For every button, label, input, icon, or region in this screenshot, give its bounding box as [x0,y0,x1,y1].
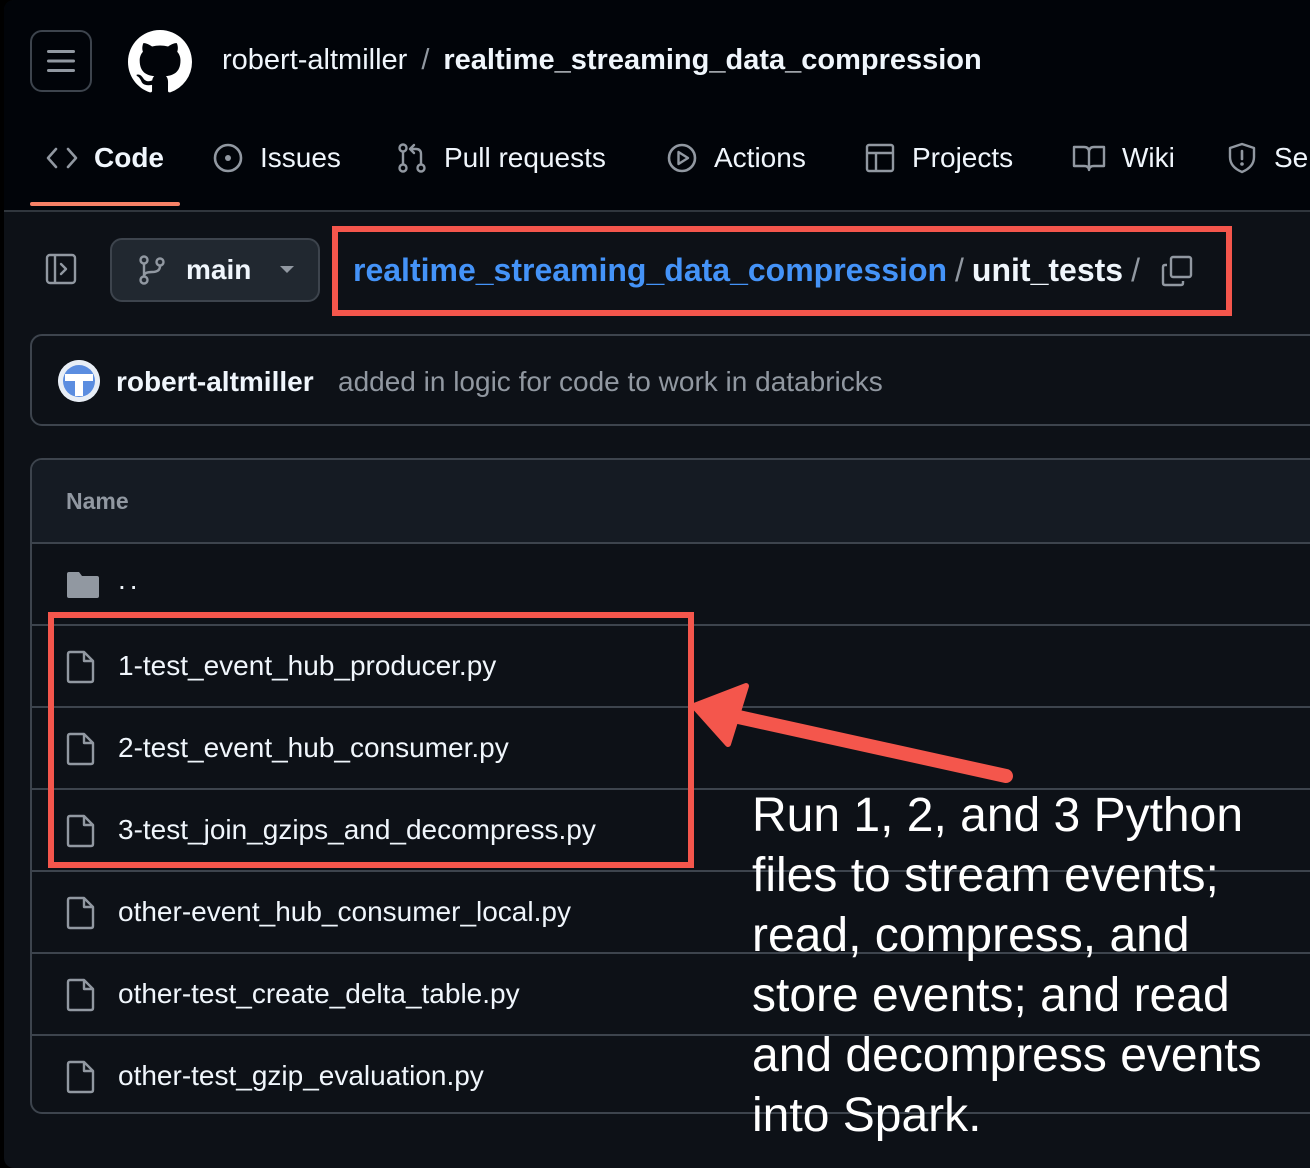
shield-icon [1228,142,1256,174]
github-logo-icon[interactable] [128,30,192,94]
menu-button[interactable] [30,30,92,92]
folder-icon [67,572,99,598]
tab-security[interactable]: Se [1226,138,1308,178]
tab-issues[interactable]: Issues [212,138,341,178]
github-window: robert-altmiller / realtime_streaming_data… [4,0,1310,1168]
commit-author[interactable]: robert-altmiller [116,366,314,398]
repo-path: robert-altmiller / realtime_streaming_data… [222,44,982,77]
file-name[interactable]: other-test_gzip_evaluation.py [118,1060,484,1092]
annotation-text: Run 1, 2, and 3 Python files to stream e… [752,789,1262,1142]
tab-wiki[interactable]: Wiki [1072,138,1175,178]
tab-label: Issues [260,142,341,173]
repo-name-link[interactable]: realtime_streaming_data_compression [443,44,981,76]
table-icon [865,143,895,173]
file-name[interactable]: other-test_create_delta_table.py [118,978,520,1010]
breadcrumb-highlight-box [332,226,1232,316]
file-table-header: Name [32,460,1310,544]
code-icon [46,147,78,169]
tab-label: Wiki [1122,142,1175,173]
file-icon [66,896,95,930]
file-icon [66,978,95,1012]
book-icon [1072,145,1106,172]
parent-directory-label: .. [118,564,142,595]
files-highlight-box [48,612,694,868]
file-icon [66,1060,95,1094]
tab-label: Actions [714,142,806,173]
commit-message[interactable]: added in logic for code to work in datab… [338,366,883,398]
branch-selector[interactable]: main [110,238,320,302]
chevron-down-icon [280,266,295,273]
tab-projects[interactable]: Projects [864,138,1013,178]
column-header-name: Name [66,488,129,514]
git-pull-request-icon [398,143,426,173]
branch-name: main [186,254,252,285]
path-separator: / [421,44,430,76]
tab-label: Code [94,142,164,173]
tab-label: Se [1274,142,1309,173]
sidebar-toggle-icon[interactable] [44,252,78,286]
tab-label: Pull requests [444,142,606,173]
avatar[interactable] [58,360,100,402]
tab-pull-requests[interactable]: Pull requests [396,138,606,178]
git-branch-icon [139,255,165,285]
repo-owner-link[interactable]: robert-altmiller [222,44,407,76]
top-header: robert-altmiller / realtime_streaming_data… [4,0,1310,212]
latest-commit-bar: robert-altmiller added in logic for code… [30,334,1310,426]
tab-label: Projects [912,142,1014,173]
tab-actions[interactable]: Actions [666,138,806,178]
play-icon [667,143,697,173]
file-name[interactable]: other-event_hub_consumer_local.py [118,896,571,928]
hamburger-icon [47,50,75,72]
repo-nav-tabs: Code Issues Pull requests Actions Projec… [4,126,1310,210]
issue-opened-icon [213,143,243,173]
active-tab-indicator [30,202,180,206]
tab-code[interactable]: Code [46,138,164,178]
